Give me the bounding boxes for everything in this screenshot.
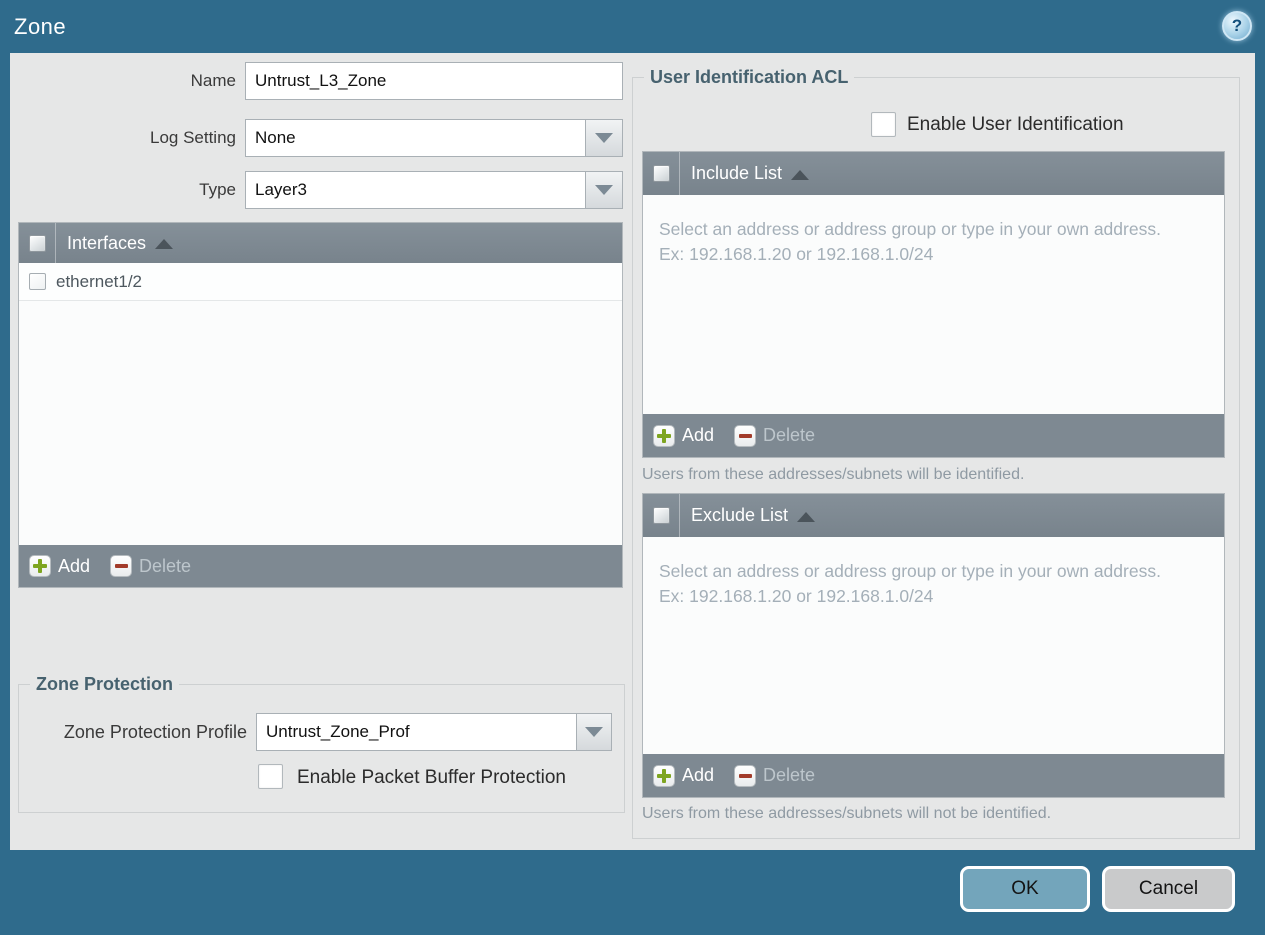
zone-protection-profile-input[interactable]: Untrust_Zone_Prof bbox=[256, 713, 577, 751]
exclude-list-table: Exclude List Select an address or addres… bbox=[642, 493, 1225, 798]
enable-packet-buffer-protection-label: Enable Packet Buffer Protection bbox=[297, 767, 566, 788]
delete-button[interactable]: Delete bbox=[734, 424, 816, 447]
dialog-content: Name Untrust_L3_Zone Log Setting None Ty… bbox=[10, 53, 1255, 850]
page-title: Zone bbox=[14, 14, 67, 39]
interfaces-select-all-checkbox[interactable] bbox=[28, 234, 46, 252]
enable-packet-buffer-protection-checkbox[interactable] bbox=[258, 764, 283, 789]
row-checkbox[interactable] bbox=[29, 273, 46, 290]
add-button[interactable]: Add bbox=[653, 424, 715, 447]
add-button-label: Add bbox=[682, 765, 715, 785]
exclude-list-toolbar: Add Delete bbox=[643, 754, 1224, 797]
delete-button-label: Delete bbox=[763, 765, 816, 785]
interfaces-table-toolbar: Add Delete bbox=[19, 545, 622, 587]
type-input[interactable]: Layer3 bbox=[245, 171, 586, 209]
include-list-table: Include List Select an address or addres… bbox=[642, 151, 1225, 458]
type-label: Type bbox=[199, 180, 236, 199]
interfaces-select-all-cell bbox=[19, 223, 56, 263]
table-row[interactable]: ethernet1/2 bbox=[19, 263, 622, 301]
row-checkbox-cell bbox=[19, 273, 56, 290]
delete-button-label: Delete bbox=[139, 555, 192, 576]
chevron-down-icon bbox=[595, 133, 613, 143]
include-list-body[interactable]: Select an address or address group or ty… bbox=[643, 195, 1224, 414]
chevron-down-icon bbox=[595, 185, 613, 195]
interfaces-table: Interfaces ethernet1/2 Add Delete bbox=[18, 222, 623, 588]
interfaces-header-label: Interfaces bbox=[67, 232, 147, 253]
add-button-label: Add bbox=[682, 425, 715, 445]
include-list-placeholder: Select an address or address group or ty… bbox=[659, 219, 1161, 264]
type-dropdown-button[interactable] bbox=[586, 171, 623, 209]
delete-button[interactable]: Delete bbox=[110, 555, 191, 577]
add-button-label: Add bbox=[58, 555, 91, 576]
exclude-list-note: Users from these addresses/subnets will … bbox=[642, 805, 1052, 822]
include-list-toolbar: Add Delete bbox=[643, 414, 1224, 457]
zone-dialog: Zone ? Name Untrust_L3_Zone Log Setting … bbox=[0, 0, 1265, 935]
delete-icon bbox=[734, 764, 757, 787]
zone-protection-profile-dropdown-button[interactable] bbox=[577, 713, 612, 751]
include-list-header[interactable]: Include List bbox=[643, 152, 1224, 195]
name-label: Name bbox=[190, 71, 236, 90]
interfaces-table-header[interactable]: Interfaces bbox=[19, 223, 622, 263]
include-list-note: Users from these addresses/subnets will … bbox=[642, 466, 1025, 483]
delete-icon bbox=[734, 424, 757, 447]
add-button[interactable]: Add bbox=[29, 555, 90, 577]
add-button[interactable]: Add bbox=[653, 764, 715, 787]
log-setting-dropdown-button[interactable] bbox=[586, 119, 623, 157]
enable-user-identification-label: Enable User Identification bbox=[907, 114, 1124, 135]
user-id-acl-legend: User Identification ACL bbox=[644, 67, 855, 88]
exclude-list-placeholder: Select an address or address group or ty… bbox=[659, 561, 1161, 606]
include-list-header-label: Include List bbox=[691, 163, 783, 183]
chevron-down-icon bbox=[585, 727, 603, 737]
exclude-select-all-cell bbox=[643, 494, 680, 537]
sort-ascending-icon bbox=[791, 169, 810, 180]
include-select-all-checkbox[interactable] bbox=[652, 165, 670, 182]
interfaces-table-body: ethernet1/2 bbox=[19, 263, 622, 545]
add-icon bbox=[653, 424, 675, 447]
zone-protection-legend: Zone Protection bbox=[30, 674, 180, 695]
interface-name: ethernet1/2 bbox=[56, 271, 143, 291]
sort-ascending-icon bbox=[797, 511, 816, 522]
cancel-button[interactable]: Cancel bbox=[1102, 866, 1235, 912]
delete-icon bbox=[110, 555, 133, 577]
dialog-titlebar: Zone ? bbox=[0, 0, 1265, 53]
name-input[interactable]: Untrust_L3_Zone bbox=[245, 62, 623, 100]
exclude-list-body[interactable]: Select an address or address group or ty… bbox=[643, 537, 1224, 754]
enable-user-identification-checkbox[interactable] bbox=[871, 112, 896, 137]
exclude-list-header[interactable]: Exclude List bbox=[643, 494, 1224, 537]
exclude-select-all-checkbox[interactable] bbox=[652, 507, 670, 524]
zone-protection-profile-label: Zone Protection Profile bbox=[63, 722, 247, 742]
sort-ascending-icon bbox=[155, 239, 174, 249]
log-setting-input[interactable]: None bbox=[245, 119, 586, 157]
add-icon bbox=[29, 555, 51, 577]
help-icon[interactable]: ? bbox=[1222, 11, 1252, 41]
ok-button[interactable]: OK bbox=[960, 866, 1090, 912]
log-setting-label: Log Setting bbox=[149, 128, 236, 147]
delete-button-label: Delete bbox=[763, 425, 816, 445]
exclude-list-header-label: Exclude List bbox=[691, 505, 789, 525]
add-icon bbox=[653, 764, 675, 787]
delete-button[interactable]: Delete bbox=[734, 764, 816, 787]
include-select-all-cell bbox=[643, 152, 680, 195]
